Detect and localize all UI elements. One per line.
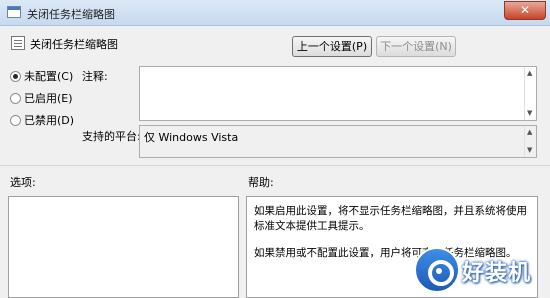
options-panel — [8, 196, 239, 298]
radio-indicator[interactable] — [10, 92, 21, 104]
radio-label: 已启用(E) — [24, 92, 73, 105]
scroll-down-icon[interactable]: ▼ — [527, 147, 532, 154]
radio-indicator[interactable] — [10, 114, 21, 126]
title-bar: 关闭任务栏缩略图 ✕ — [0, 0, 550, 26]
platform-label: 支持的平台: — [82, 130, 141, 143]
comment-textarea[interactable]: ▲ ▼ — [139, 66, 537, 121]
next-setting-button[interactable]: 下一个设置(N) — [376, 36, 456, 57]
radio-label: 已禁用(D) — [24, 114, 75, 127]
header-row: 关闭任务栏缩略图 上一个设置(P) 下一个设置(N) — [0, 26, 550, 62]
scroll-up-icon[interactable]: ▲ — [527, 129, 532, 136]
close-window-button[interactable]: ✕ — [504, 1, 546, 20]
platform-field: 仅 Windows Vista ▲ ▼ — [139, 125, 537, 158]
radio-label: 未配置(C) — [24, 70, 74, 83]
options-label: 选项: — [10, 176, 36, 189]
platform-scrollbar[interactable]: ▲ ▼ — [524, 126, 536, 157]
section-divider — [0, 165, 550, 166]
help-paragraph: 如果启用此设置，将不显示任务栏缩略图，并且系统将使用标准文本提供工具提示。 — [254, 205, 527, 232]
platform-value: 仅 Windows Vista — [144, 131, 239, 144]
radio-enabled[interactable]: 已启用(E) — [10, 90, 73, 106]
radio-disabled[interactable]: 已禁用(D) — [10, 112, 74, 128]
radio-not-configured[interactable]: 未配置(C) — [10, 68, 73, 84]
window-title: 关闭任务栏缩略图 — [27, 8, 115, 21]
comment-scrollbar[interactable]: ▲ ▼ — [524, 67, 536, 120]
scroll-down-icon[interactable]: ▼ — [527, 110, 532, 117]
watermark-text: 好装机 — [462, 261, 532, 286]
policy-name: 关闭任务栏缩略图 — [30, 38, 118, 51]
policy-setting-icon — [11, 36, 25, 50]
comment-label: 注释: — [82, 70, 108, 83]
previous-setting-button[interactable]: 上一个设置(P) — [292, 36, 372, 57]
watermark-logo-icon — [414, 247, 460, 293]
radio-indicator[interactable] — [10, 70, 21, 82]
watermark: 好装机 — [412, 247, 547, 295]
policy-window-icon — [7, 6, 21, 18]
scroll-up-icon[interactable]: ▲ — [527, 70, 532, 77]
close-icon: ✕ — [519, 3, 531, 17]
help-label: 帮助: — [248, 176, 274, 189]
